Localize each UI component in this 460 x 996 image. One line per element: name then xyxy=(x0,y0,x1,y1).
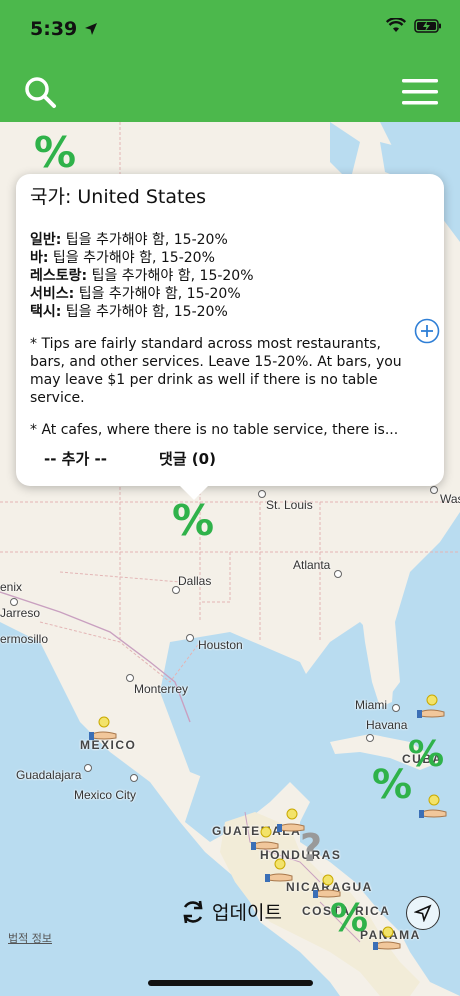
battery-charging-icon xyxy=(414,18,441,33)
city-dot-guadalajara xyxy=(84,764,92,772)
tip-hand-icon[interactable] xyxy=(372,922,404,952)
city-label-mexico-city: Mexico City xyxy=(74,788,137,802)
city-label-atlanta: Atlanta xyxy=(293,558,331,572)
update-label: 업데이트 xyxy=(212,902,282,924)
callout-note-2: * At cafes, where there is no table serv… xyxy=(30,422,399,438)
locate-me-button[interactable] xyxy=(406,896,440,930)
tip-percent-marker[interactable]: % xyxy=(330,896,368,940)
search-button[interactable] xyxy=(18,70,62,114)
city-dot-havana xyxy=(366,734,374,742)
comments-button[interactable]: 댓글 (0) xyxy=(159,448,216,469)
city-label-ermosillo: ermosillo xyxy=(0,632,49,646)
wifi-icon xyxy=(386,18,406,32)
city-label-miami: Miami xyxy=(355,698,387,712)
tips-list: 일반: 팁을 추가해야 함, 15-20% 바: 팁을 추가해야 함, 15-2… xyxy=(30,231,430,321)
tip-row-service: 서비스: 팁을 추가해야 함, 15-20% xyxy=(30,286,241,302)
location-arrow-icon xyxy=(414,904,432,922)
tip-row-taxi: 택시: 팁을 추가해야 함, 15-20% xyxy=(30,304,228,320)
city-label-monterrey: Monterrey xyxy=(134,682,189,696)
tip-hand-icon[interactable] xyxy=(88,712,120,742)
refresh-icon xyxy=(183,900,203,923)
tip-hand-icon[interactable] xyxy=(418,790,450,820)
city-dot-enix xyxy=(10,598,18,606)
tip-percent-marker[interactable]: % xyxy=(172,496,214,545)
callout-pointer xyxy=(180,486,208,500)
city-label-houston: Houston xyxy=(198,638,243,652)
tip-percent-marker[interactable]: % xyxy=(34,128,76,177)
hamburger-menu-icon xyxy=(402,79,438,105)
legal-link[interactable]: 법적 정보 xyxy=(8,930,52,946)
city-dot-atlanta xyxy=(334,570,342,578)
nav-bar xyxy=(0,60,460,122)
city-label-jarreso: Jarreso xyxy=(0,606,41,620)
tip-hand-icon[interactable] xyxy=(312,870,344,900)
status-icons xyxy=(386,18,442,33)
city-dot-st-louis xyxy=(258,490,266,498)
city-dot-houston xyxy=(186,634,194,642)
city-dot-miami xyxy=(392,704,400,712)
tip-percent-marker[interactable]: % xyxy=(408,734,444,775)
tip-percent-marker[interactable]: % xyxy=(372,762,412,808)
menu-button[interactable] xyxy=(398,70,442,114)
city-dot-was xyxy=(430,486,438,494)
city-label-was: Was xyxy=(440,492,460,506)
tip-hand-icon[interactable] xyxy=(276,804,308,834)
status-time: 5:39 xyxy=(30,18,98,40)
city-label-dallas: Dallas xyxy=(178,574,212,588)
more-button[interactable]: -- 추가 -- xyxy=(44,448,107,469)
city-label-guadalajara: Guadalajara xyxy=(16,768,82,782)
city-label-st-louis: St. Louis xyxy=(266,498,313,512)
location-arrow-icon xyxy=(84,23,97,35)
tip-hand-icon[interactable] xyxy=(264,854,296,884)
update-button[interactable]: 업데이트 xyxy=(180,898,282,925)
callout-note-1: * Tips are fairly standard across most r… xyxy=(30,336,402,406)
tip-row-general: 일반: 팁을 추가해야 함, 15-20% xyxy=(30,232,228,248)
search-icon xyxy=(25,77,56,108)
city-dot-monterrey xyxy=(126,674,134,682)
home-indicator[interactable] xyxy=(148,980,313,986)
city-dot-dallas xyxy=(172,586,180,594)
city-dot-mexico-city xyxy=(130,774,138,782)
city-label-havana: Havana xyxy=(366,718,408,732)
callout-actions: -- 추가 -- 댓글 (0) xyxy=(44,448,216,469)
country-tip-callout: 국가: United States 일반: 팁을 추가해야 함, 15-20% … xyxy=(16,174,444,486)
tip-row-restaurant: 레스토랑: 팁을 추가해야 함, 15-20% xyxy=(30,268,254,284)
tip-row-bar: 바: 팁을 추가해야 함, 15-20% xyxy=(30,250,215,266)
tip-hand-icon[interactable] xyxy=(416,690,448,720)
add-circle-icon[interactable] xyxy=(414,318,440,344)
callout-title: 국가: United States xyxy=(30,186,207,208)
status-bar: 5:39 xyxy=(0,0,460,60)
city-label-enix: enix xyxy=(0,580,23,594)
